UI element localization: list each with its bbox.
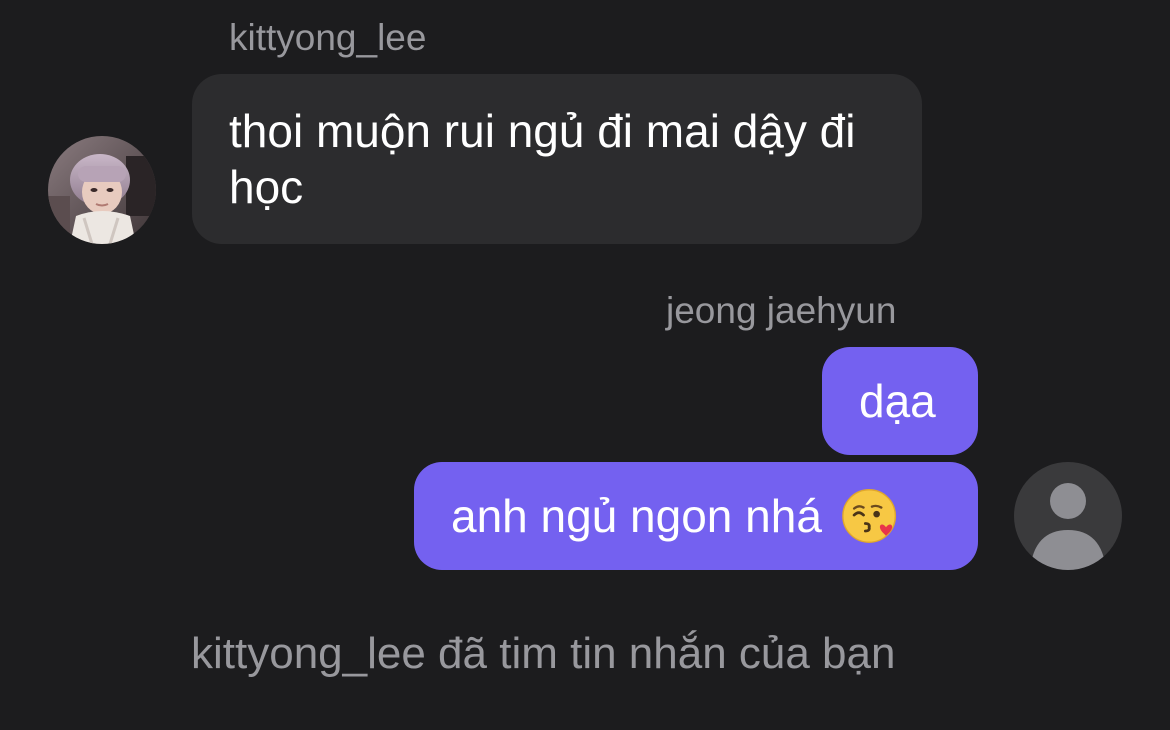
incoming-message-bubble[interactable]: thoi muộn rui ngủ đi mai dậy đi học [192, 74, 922, 244]
reaction-notice: kittyong_lee đã tim tin nhắn của bạn [191, 629, 896, 678]
user-photo-avatar-icon [48, 136, 156, 244]
outgoing-sender-name: jeong jaehyun [666, 290, 897, 331]
outgoing-message-bubble[interactable]: anh ngủ ngon nhá [414, 462, 978, 570]
outgoing-message-bubble[interactable]: dạa [822, 347, 978, 455]
face-blowing-kiss-icon [841, 488, 896, 543]
default-person-avatar-icon [1030, 483, 1106, 570]
message-thread: kittyong_lee thoi muộn rui ngủ đi mai dậ… [0, 0, 1170, 730]
incoming-sender-name: kittyong_lee [229, 17, 427, 58]
incoming-message-text: thoi muộn rui ngủ đi mai dậy đi học [229, 105, 856, 213]
incoming-avatar[interactable] [48, 136, 156, 244]
outgoing-avatar[interactable] [1014, 462, 1122, 570]
outgoing-message-text: anh ngủ ngon nhá [451, 490, 822, 542]
outgoing-message-text: dạa [859, 375, 936, 427]
